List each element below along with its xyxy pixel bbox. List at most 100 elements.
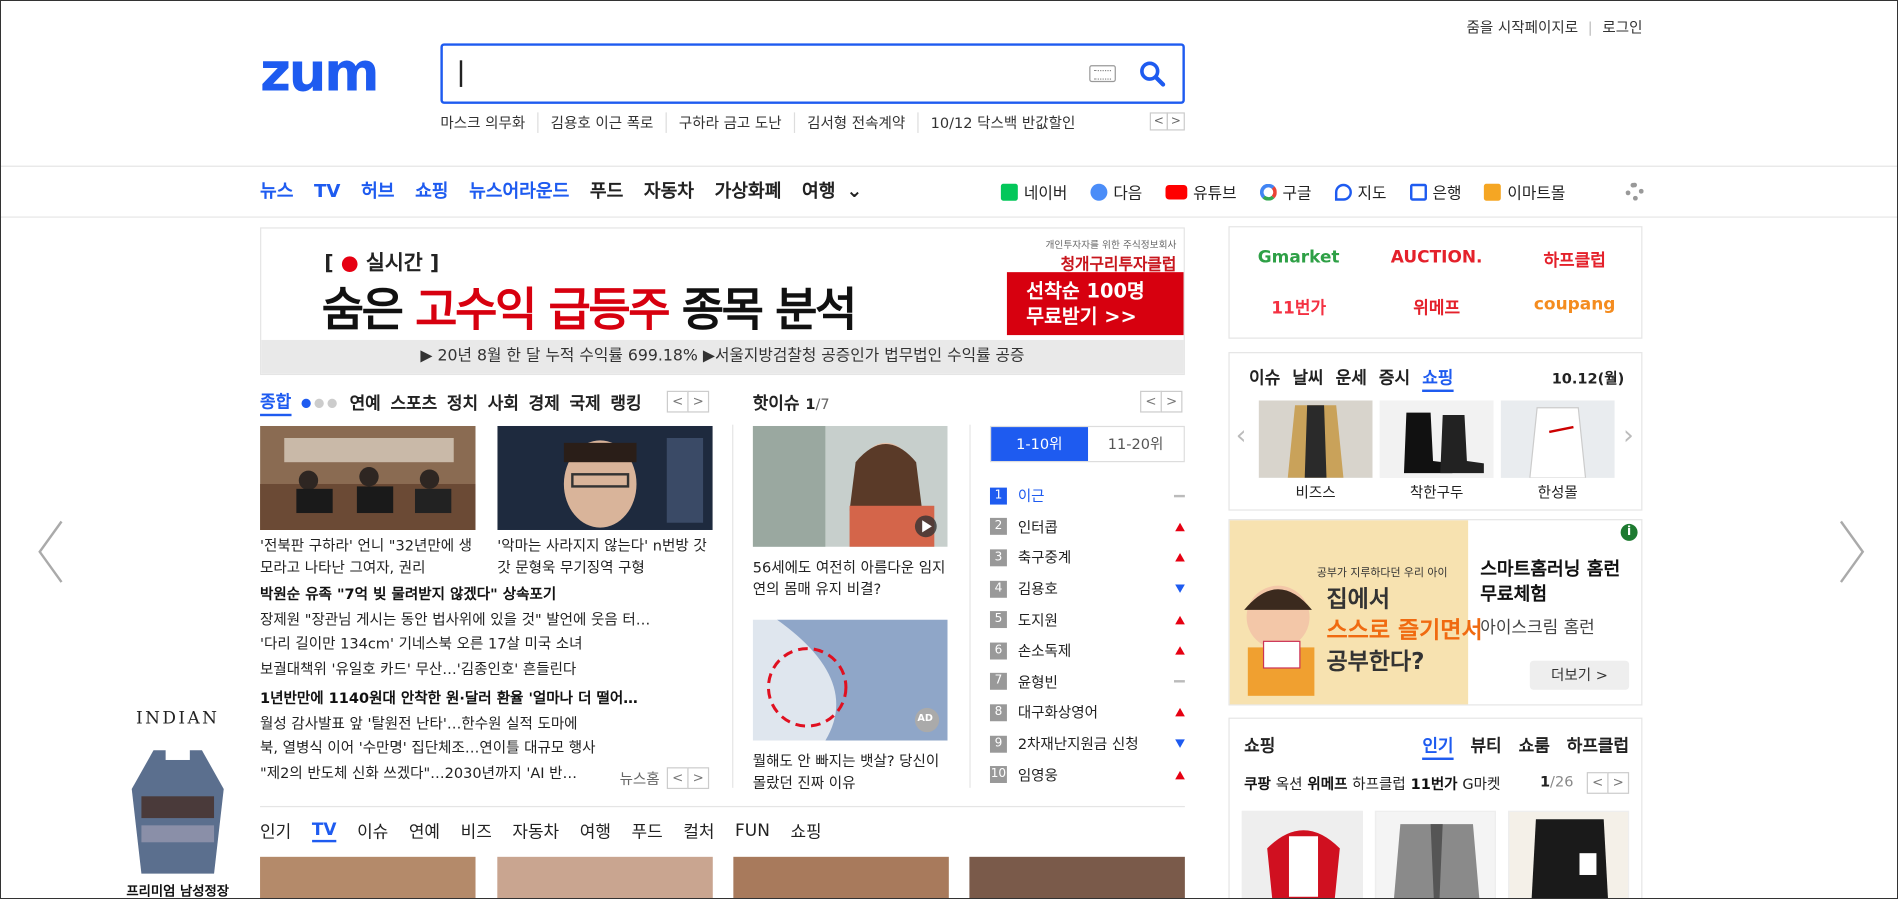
content-tab[interactable]: TV — [311, 821, 337, 843]
ad-box[interactable]: 공부가 지루하다던 우리 아이 집에서 스스로 즐기면서 공부한다? i 스마트… — [1228, 519, 1643, 706]
info-icon[interactable]: i — [1620, 523, 1638, 541]
news-thumbnail[interactable] — [497, 425, 713, 530]
headline-link[interactable]: 북, 열병식 이어 '수만명' 집단체조…연이틀 대규모 행사 — [260, 736, 718, 761]
keyboard-icon[interactable] — [1089, 65, 1116, 83]
tab-politics[interactable]: 정치 — [447, 391, 478, 415]
page-next-arrow-icon[interactable] — [1836, 519, 1867, 584]
product-caption[interactable]: 비즈스 — [1259, 482, 1373, 503]
tab-world[interactable]: 국제 — [570, 391, 601, 415]
side-ad[interactable]: INDIAN 프리미엄 남성정장 — [117, 709, 238, 898]
rank-item[interactable]: 7 윤형빈 — [989, 666, 1185, 697]
rank-item[interactable]: 3 축구중계 — [989, 542, 1185, 573]
set-start-page-link[interactable]: 줌을 시작페이지로 — [1467, 17, 1579, 38]
tab-rank-11-20[interactable]: 11-20위 — [1087, 427, 1183, 461]
tab-stock[interactable]: 증시 — [1379, 365, 1410, 392]
chevron-left-icon[interactable]: ‹ — [1236, 421, 1247, 451]
chevron-right-icon[interactable]: › — [1623, 421, 1634, 451]
next-button[interactable]: > — [1607, 772, 1630, 794]
news-thumbnail[interactable] — [260, 425, 476, 530]
keyword-prev-button[interactable]: < — [1149, 112, 1168, 131]
tab-economy[interactable]: 경제 — [529, 391, 560, 415]
content-thumbnail[interactable] — [969, 856, 1185, 898]
next-button[interactable]: > — [687, 767, 710, 790]
rank-keyword[interactable]: 임영웅 — [1018, 764, 1175, 785]
search-input[interactable] — [464, 55, 1046, 92]
search-icon[interactable] — [1139, 60, 1166, 87]
nav-news-around[interactable]: 뉴스어라운드 — [469, 178, 569, 203]
rank-item[interactable]: 2 인터콥 — [989, 511, 1185, 542]
hot-issue-caption[interactable]: 뭘해도 안 빠지는 뱃살? 당신이 몰랐던 진짜 이유 — [753, 750, 953, 794]
service-google[interactable]: 구글 — [1259, 180, 1312, 203]
tab-general[interactable]: 종합 — [260, 390, 292, 417]
tab-popular[interactable]: 인기 — [1422, 733, 1454, 760]
coupang-link[interactable]: coupang — [1506, 295, 1644, 314]
tab-shopping[interactable]: 쇼핑 — [1422, 365, 1454, 392]
keyword-link[interactable]: 김용호 이근 폭로 — [537, 112, 665, 133]
product-caption[interactable]: 착한구두 — [1380, 482, 1494, 503]
page-prev-arrow-icon[interactable] — [35, 519, 66, 584]
shopping-item[interactable] — [1374, 810, 1496, 898]
nav-shopping[interactable]: 쇼핑 — [415, 178, 448, 203]
rank-keyword[interactable]: 윤형빈 — [1018, 671, 1174, 692]
tab-fortune[interactable]: 운세 — [1336, 365, 1367, 392]
rank-keyword[interactable]: 이근 — [1018, 486, 1174, 507]
content-tab[interactable]: 컬처 — [683, 819, 714, 843]
keyword-link[interactable]: 마스크 의무화 — [440, 112, 537, 133]
keyword-link[interactable]: 구하라 금고 도난 — [665, 112, 794, 133]
content-thumbnail[interactable] — [260, 856, 476, 898]
wemakeprice-link[interactable]: 위메프 — [1368, 295, 1506, 319]
rank-keyword[interactable]: 2차재난지원금 신청 — [1018, 733, 1175, 754]
tab-weather[interactable]: 날씨 — [1292, 365, 1323, 392]
service-emart[interactable]: 이마트몰 — [1484, 180, 1565, 203]
service-daum[interactable]: 다음 — [1090, 180, 1142, 203]
rank-item[interactable]: 1 이근 — [989, 480, 1185, 511]
tab-issue[interactable]: 이슈 — [1249, 365, 1280, 392]
more-button[interactable]: 더보기 > — [1529, 660, 1630, 690]
halfclub-link[interactable]: 하프클럽 — [1506, 248, 1644, 272]
product-caption[interactable]: 한성몰 — [1501, 482, 1615, 503]
search-box[interactable] — [440, 43, 1185, 104]
11st-link[interactable]: 11번가 — [1230, 295, 1368, 319]
content-tab[interactable]: 연예 — [409, 819, 440, 843]
ad-banner[interactable]: [ ● 실시간 ] 숨은 고수익 급등주 종목 분석 개인투자자를 위한 주식정… — [260, 227, 1185, 376]
source-link[interactable]: 쿠팡 — [1244, 773, 1271, 794]
gear-icon[interactable] — [1625, 182, 1644, 201]
hot-issue-thumbnail[interactable]: AD — [752, 619, 948, 741]
prev-button[interactable]: < — [666, 390, 689, 413]
rank-keyword[interactable]: 축구중계 — [1018, 548, 1175, 569]
content-thumbnail[interactable] — [497, 856, 713, 898]
banner-cta-button[interactable]: 선착순 100명 무료받기 >> — [1006, 272, 1184, 336]
login-link[interactable]: 로그인 — [1602, 17, 1642, 38]
keyword-next-button[interactable]: > — [1166, 112, 1185, 131]
content-thumbnail[interactable] — [733, 856, 949, 898]
tab-rank-1-10[interactable]: 1-10위 — [991, 427, 1088, 461]
hot-issue-thumbnail[interactable] — [752, 425, 948, 547]
keyword-link[interactable]: 김서형 전속계약 — [793, 112, 918, 133]
headline-link[interactable]: 박원순 유족 "7억 빚 물려받지 않겠다" 상속포기 — [260, 582, 718, 607]
prev-button[interactable]: < — [666, 767, 689, 790]
gmarket-link[interactable]: Gmarket — [1230, 248, 1368, 267]
tab-beauty[interactable]: 뷰티 — [1470, 733, 1501, 760]
hot-issue-caption[interactable]: 56세에도 여전히 아름다운 임지연의 몸매 유지 비결? — [753, 557, 953, 601]
headline-link[interactable]: 월성 감사발표 앞 '탈원전 난타'…한수원 실적 도마에 — [260, 711, 718, 736]
service-bank[interactable]: 은행 — [1409, 180, 1461, 203]
ad-title[interactable]: 스마트홈러닝 홈런 무료체험 — [1480, 557, 1631, 608]
rank-item[interactable]: 4 김용호 — [989, 573, 1185, 604]
tab-ranking[interactable]: 랭킹 — [610, 391, 641, 415]
headline-link[interactable]: 장제원 "장관님 게시는 동안 법사위에 있을 것" 발언에 웃음 터… — [260, 607, 718, 632]
headline-link[interactable]: '다리 길이만 134cm' 기네스북 오른 17살 미국 소녀 — [260, 632, 718, 657]
auction-link[interactable]: AUCTION. — [1368, 248, 1506, 267]
content-tab[interactable]: 이슈 — [357, 819, 388, 843]
news-caption[interactable]: '전북판 구하라' 언니 "32년만에 생모라고 나타난 그여자, 권리 — [260, 535, 478, 579]
shopping-item[interactable] — [1508, 810, 1630, 898]
rank-item[interactable]: 8 대구화상영어 — [989, 697, 1185, 728]
rank-item[interactable]: 6 손소독제 — [989, 635, 1185, 666]
next-button[interactable]: > — [1160, 390, 1183, 413]
rank-item[interactable]: 9 2차재난지원금 신청 — [989, 728, 1185, 759]
rank-keyword[interactable]: 대구화상영어 — [1018, 702, 1175, 723]
headline-link[interactable]: 1년반만에 1140원대 안착한 원·달러 환율 '얼마나 더 떨어… — [260, 686, 718, 711]
source-link[interactable]: G마켓 — [1462, 773, 1500, 794]
content-tab[interactable]: 비즈 — [461, 819, 492, 843]
prev-button[interactable]: < — [1586, 772, 1609, 794]
headline-link[interactable]: 보궐대책위 '유일호 카드' 무산…'김종인호' 흔들린다 — [260, 656, 718, 681]
